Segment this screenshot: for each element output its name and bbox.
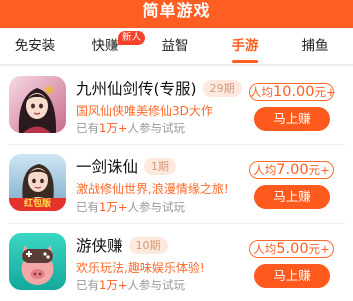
reward-prefix: 人均 <box>253 163 277 177</box>
game-name: 游侠赚 <box>76 237 123 255</box>
reward-amount: 7.00 <box>276 162 309 178</box>
reward-pill: 人均5.00元+ <box>249 240 334 258</box>
game-card[interactable]: 红包版 一剑诛仙 1期 激战修仙世界,浪漫情缘之旅! 已有1万+人参与试玩 人均7… <box>0 145 353 223</box>
game-description: 欢乐玩法,趣味娱乐体验! <box>76 261 205 275</box>
game-name: 一剑诛仙 <box>76 158 139 176</box>
game-name: 九州仙剑传(专服) <box>76 80 197 98</box>
game-title: 九州仙剑传(专服) 29期 <box>76 77 242 99</box>
game-description: 国风仙侠唯美修仙3D大作 <box>76 104 213 118</box>
participants-text: 已有1万+人参与试玩 <box>76 277 185 293</box>
game-card[interactable]: 游侠赚 10期 欢乐玩法,趣味娱乐体验! 已有1万+人参与试玩 人均5.00元+ … <box>0 224 353 301</box>
game-title: 一剑诛仙 1期 <box>76 155 177 177</box>
tab-label: 手游 <box>231 38 259 54</box>
joined-suffix: 人参与试玩 <box>127 121 185 135</box>
issue-badge: 1期 <box>144 158 177 175</box>
page-title: 简单游戏 <box>142 1 211 20</box>
tab-label: 免安装 <box>14 38 56 54</box>
joined-count: 1万+ <box>99 200 128 214</box>
reward-pill: 人均10.00元+ <box>249 83 336 101</box>
reward-suffix: 元+ <box>308 163 330 177</box>
earn-now-button[interactable]: 马上赚 <box>254 107 330 131</box>
tab-label: 益智 <box>161 38 189 54</box>
reward-prefix: 人均 <box>250 85 273 99</box>
gamepad-pig-icon <box>9 233 66 290</box>
participants-text: 已有1万+人参与试玩 <box>76 199 185 215</box>
swordsman-game-icon: 红包版 <box>9 154 66 211</box>
tab-fishing[interactable]: 捕鱼 <box>280 28 350 65</box>
game-card[interactable]: 九州仙剑传(专服) 29期 国风仙侠唯美修仙3D大作 已有1万+人参与试玩 人均1… <box>0 66 353 144</box>
joined-prefix: 已有 <box>76 121 99 135</box>
joined-suffix: 人参与试玩 <box>127 278 185 292</box>
page-header: 简单游戏 <box>0 0 353 28</box>
tab-mobile-games[interactable]: 手游 <box>210 28 280 65</box>
issue-badge: 10期 <box>128 237 168 254</box>
joined-prefix: 已有 <box>76 278 99 292</box>
tab-puzzle[interactable]: 益智 <box>140 28 210 65</box>
game-description: 激战修仙世界,浪漫情缘之旅! <box>76 182 229 196</box>
joined-count: 1万+ <box>99 121 128 135</box>
tab-quick-earn[interactable]: 快赚 新人 <box>70 28 146 65</box>
tab-label: 快赚 <box>91 38 119 54</box>
active-tab-indicator <box>232 60 258 63</box>
joined-suffix: 人参与试玩 <box>127 200 185 214</box>
reward-pill: 人均7.00元+ <box>249 161 334 179</box>
fairy-game-icon <box>9 76 66 133</box>
game-list: 九州仙剑传(专服) 29期 国风仙侠唯美修仙3D大作 已有1万+人参与试玩 人均1… <box>0 66 353 301</box>
reward-suffix: 元+ <box>308 242 330 256</box>
reward-amount: 10.00 <box>273 84 315 100</box>
reward-suffix: 元+ <box>314 85 336 99</box>
red-packet-tag: 红包版 <box>23 199 51 209</box>
category-tabs: 免安装 快赚 新人 益智 手游 捕鱼 <box>0 28 353 65</box>
earn-now-button[interactable]: 马上赚 <box>254 185 330 209</box>
tab-label: 捕鱼 <box>301 38 329 54</box>
issue-badge: 29期 <box>202 80 242 97</box>
reward-prefix: 人均 <box>253 242 277 256</box>
earn-now-button[interactable]: 马上赚 <box>254 264 330 288</box>
participants-text: 已有1万+人参与试玩 <box>76 120 185 136</box>
joined-count: 1万+ <box>99 278 128 292</box>
tab-free-install[interactable]: 免安装 <box>0 28 70 65</box>
joined-prefix: 已有 <box>76 200 99 214</box>
reward-amount: 5.00 <box>276 241 309 257</box>
game-title: 游侠赚 10期 <box>76 234 168 256</box>
